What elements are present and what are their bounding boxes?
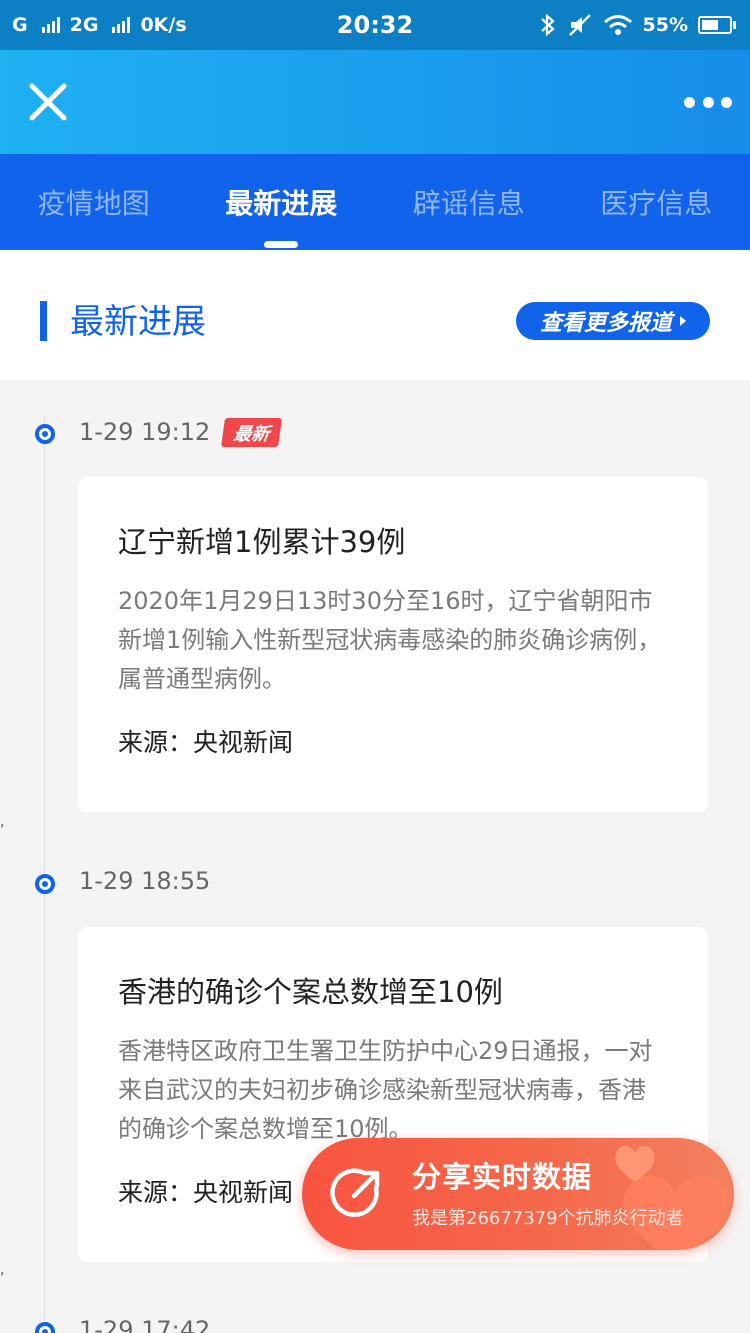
section-title: 最新进展 (70, 302, 206, 342)
network-speed: 0K/s (140, 14, 187, 36)
more-reports-button[interactable]: 查看更多报道 (515, 302, 710, 340)
signal-icon (112, 17, 131, 33)
wifi-icon (603, 15, 632, 35)
tab-rumor-refutation[interactable]: 辟谣信息 (409, 154, 529, 250)
status-right: 55% (539, 13, 736, 37)
app-header (0, 50, 750, 154)
tab-epidemic-map[interactable]: 疫情地图 (34, 154, 154, 250)
edge-mark: , (0, 814, 5, 830)
status-bar: G 2G 0K/s 20:32 55% (0, 0, 750, 50)
timeline-time: 1-29 17:42 (79, 1316, 211, 1333)
close-button[interactable] (24, 78, 72, 126)
battery-icon (698, 16, 736, 34)
more-options-button[interactable] (684, 88, 732, 116)
share-title: 分享实时数据 (412, 1160, 593, 1194)
status-left: G 2G 0K/s (12, 14, 187, 36)
dot (702, 96, 714, 108)
dot (721, 96, 732, 108)
section-accent-bar (40, 301, 47, 341)
section-header: 最新进展 查看更多报道 (0, 250, 750, 380)
timeline-time: 1-29 18:55 (79, 867, 211, 895)
news-title: 辽宁新增1例累计39例 (118, 525, 406, 559)
battery-percent: 55% (642, 14, 688, 36)
more-reports-label: 查看更多报道 (539, 311, 672, 336)
news-body: 香港特区政府卫生署卫生防护中心29日通报，一对来自武汉的夫妇初步确诊感染新型冠状… (118, 1037, 653, 1143)
timeline-dot (35, 1322, 55, 1333)
news-body: 2020年1月29日13时30分至16时，辽宁省朝阳市新增1例输入性新型冠状病毒… (118, 587, 662, 693)
timeline-dot (35, 424, 55, 444)
tab-bar: 疫情地图 最新进展 辟谣信息 医疗信息 (0, 154, 750, 250)
share-subtitle: 我是第26677379个抗肺炎行动者 (412, 1208, 684, 1229)
mute-icon (568, 14, 591, 36)
timeline-dot (35, 874, 55, 894)
new-badge: 最新 (220, 418, 283, 447)
share-icon (330, 1168, 380, 1217)
news-source: 来源：央视新闻 (118, 728, 294, 757)
bluetooth-icon (540, 13, 555, 37)
news-card[interactable]: 辽宁新增1例累计39例 2020年1月29日13时30分至16时，辽宁省朝阳市新… (78, 477, 708, 812)
news-title: 香港的确诊个案总数增至10例 (118, 975, 503, 1009)
chevron-right-icon (680, 316, 686, 326)
signal-icon (41, 17, 60, 33)
share-data-button[interactable]: 分享实时数据 我是第26677379个抗肺炎行动者 (302, 1138, 734, 1250)
heart-icon (615, 1145, 655, 1182)
edge-mark: , (0, 1262, 5, 1278)
close-icon (29, 83, 67, 121)
tab-latest-progress[interactable]: 最新进展 (221, 154, 341, 250)
timeline-time: 1-29 19:12 (79, 418, 211, 446)
carrier-2: 2G (69, 14, 99, 36)
dot (684, 96, 695, 108)
tab-medical-info[interactable]: 医疗信息 (596, 154, 716, 250)
carrier-1: G (12, 14, 28, 36)
